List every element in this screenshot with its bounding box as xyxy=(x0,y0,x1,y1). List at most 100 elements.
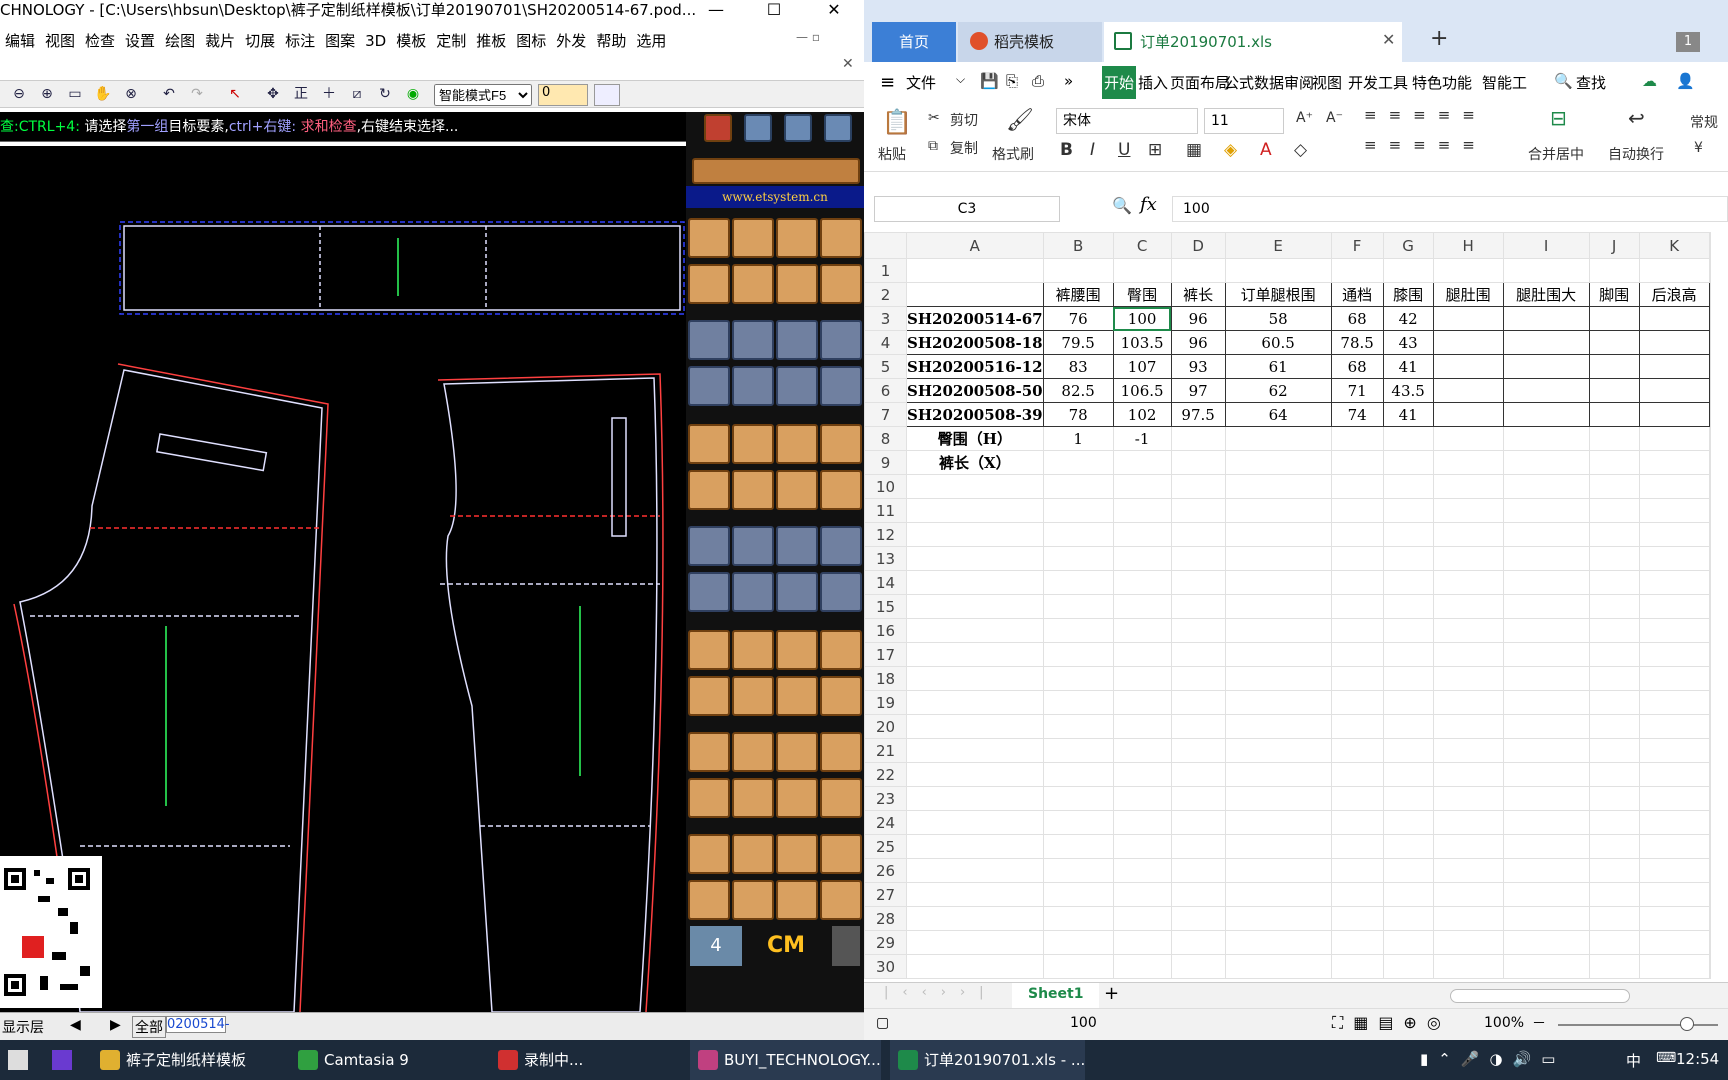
zoom-out-icon[interactable]: ⊖ xyxy=(8,83,30,105)
sheet-tab[interactable]: Sheet1 xyxy=(1012,983,1100,1009)
grey-tool-3-icon[interactable] xyxy=(776,320,818,360)
cell[interactable] xyxy=(1224,642,1332,667)
cell[interactable] xyxy=(1588,498,1640,523)
cell[interactable] xyxy=(1224,522,1332,547)
row-header[interactable]: 24 xyxy=(864,810,907,835)
cell[interactable] xyxy=(1588,690,1640,715)
cell[interactable] xyxy=(1708,450,1711,475)
line-tool-icon[interactable] xyxy=(732,218,774,258)
cell[interactable] xyxy=(1042,594,1114,619)
column-header[interactable]: B xyxy=(1042,232,1114,259)
menu-draw[interactable]: 绘图 xyxy=(160,26,200,51)
h-scrollbar[interactable] xyxy=(1450,989,1630,1003)
cell[interactable]: 脚围 xyxy=(1588,282,1640,307)
cell[interactable]: 83 xyxy=(1042,354,1114,379)
tab-home[interactable]: 首页 xyxy=(872,22,956,62)
more-icon[interactable]: » xyxy=(1064,72,1073,90)
cell[interactable] xyxy=(1708,306,1711,331)
wrap-button[interactable]: 自动换行 xyxy=(1608,144,1664,164)
cell[interactable] xyxy=(1224,834,1332,859)
fill-style-icon[interactable]: ▦ xyxy=(1186,140,1202,160)
cell[interactable] xyxy=(906,786,1044,811)
cell[interactable] xyxy=(1708,474,1711,499)
et-tool-22-icon[interactable] xyxy=(732,880,774,920)
menu-icon[interactable]: 图标 xyxy=(511,26,551,51)
menu-view[interactable]: 视图 xyxy=(1312,72,1342,93)
et-tool-9-icon[interactable] xyxy=(688,732,730,772)
cell[interactable]: 82.5 xyxy=(1042,378,1114,403)
name-box[interactable]: C3 xyxy=(874,196,1060,222)
cell[interactable] xyxy=(1638,522,1710,547)
cell[interactable] xyxy=(1588,450,1640,475)
menu-custom[interactable]: 定制 xyxy=(431,26,471,51)
cell[interactable] xyxy=(1588,858,1640,883)
cell[interactable] xyxy=(1502,522,1590,547)
cell[interactable] xyxy=(1638,786,1710,811)
mdi-close-icon[interactable]: ✕ xyxy=(842,56,854,72)
zoom-reset-icon[interactable]: ⊗ xyxy=(120,83,142,105)
fx-label[interactable]: fx xyxy=(1140,194,1157,215)
shape-tool-1-icon[interactable] xyxy=(688,470,730,510)
cell[interactable] xyxy=(906,882,1044,907)
grey-tool-11-icon[interactable] xyxy=(776,526,818,566)
cell[interactable] xyxy=(1170,762,1226,787)
menu-devtools[interactable]: 开发工具 xyxy=(1348,72,1408,93)
zoom-slider[interactable] xyxy=(1558,1024,1718,1026)
tab-workbook[interactable]: 订单20190701.xls xyxy=(1104,22,1402,62)
cell[interactable] xyxy=(1330,762,1384,787)
clock[interactable]: 12:54 xyxy=(1676,1050,1719,1068)
cell[interactable] xyxy=(1502,714,1590,739)
spiral-tool-icon[interactable] xyxy=(776,424,818,464)
menu-slash[interactable]: 切展 xyxy=(240,26,280,51)
cell[interactable] xyxy=(1330,570,1384,595)
cell[interactable] xyxy=(1382,858,1434,883)
cell[interactable] xyxy=(1382,738,1434,763)
menu-file[interactable]: 文件 xyxy=(906,72,936,93)
menu-find[interactable]: 查找 xyxy=(1576,72,1606,93)
cell[interactable] xyxy=(1708,522,1711,547)
tray-icons[interactable]: ▮⌃🎤◑🔊▭ xyxy=(1420,1050,1565,1068)
cell[interactable] xyxy=(1112,450,1172,475)
row-header[interactable]: 30 xyxy=(864,954,907,979)
cell[interactable] xyxy=(1042,450,1114,475)
et-tool-13-icon[interactable] xyxy=(688,778,730,818)
cell[interactable] xyxy=(1638,402,1710,427)
et-tool-19-icon[interactable] xyxy=(776,834,818,874)
cell[interactable] xyxy=(1432,450,1504,475)
cell[interactable] xyxy=(1638,354,1710,379)
cell[interactable] xyxy=(1638,714,1710,739)
cell[interactable] xyxy=(1112,714,1172,739)
cell[interactable] xyxy=(1432,858,1504,883)
cell[interactable] xyxy=(1042,522,1114,547)
zoom-slider-thumb[interactable] xyxy=(1680,1017,1694,1031)
corner-tool-icon[interactable] xyxy=(688,264,730,304)
cell[interactable] xyxy=(906,546,1044,571)
cell[interactable] xyxy=(1112,666,1172,691)
cell[interactable] xyxy=(1638,954,1710,979)
cell[interactable]: SH20200516-12 xyxy=(906,354,1044,379)
shrink-font-icon[interactable]: A⁻ xyxy=(1326,110,1343,126)
column-header[interactable]: I xyxy=(1502,232,1590,259)
cell[interactable] xyxy=(906,570,1044,595)
straight-icon[interactable]: 正 xyxy=(290,83,312,105)
cell[interactable] xyxy=(1224,762,1332,787)
cell[interactable] xyxy=(1638,378,1710,403)
cell[interactable] xyxy=(1708,378,1711,403)
cell[interactable] xyxy=(1330,834,1384,859)
cell[interactable] xyxy=(1432,330,1504,355)
cell[interactable] xyxy=(1432,954,1504,979)
cell[interactable] xyxy=(906,594,1044,619)
cell[interactable] xyxy=(1330,930,1384,955)
pan-hand-icon[interactable]: ✋ xyxy=(92,83,114,105)
row-header[interactable]: 7 xyxy=(864,402,907,427)
cell[interactable] xyxy=(1042,474,1114,499)
cell[interactable] xyxy=(1432,594,1504,619)
cell[interactable] xyxy=(906,642,1044,667)
cell[interactable] xyxy=(1382,930,1434,955)
task-cad[interactable]: BUYI_TECHNOLOGY... xyxy=(690,1040,881,1080)
cell[interactable] xyxy=(1330,474,1384,499)
cell[interactable] xyxy=(1382,258,1434,283)
grow-font-icon[interactable]: A⁺ xyxy=(1296,110,1313,126)
cell[interactable] xyxy=(1432,714,1504,739)
cell[interactable]: 后浪高 xyxy=(1638,282,1710,307)
